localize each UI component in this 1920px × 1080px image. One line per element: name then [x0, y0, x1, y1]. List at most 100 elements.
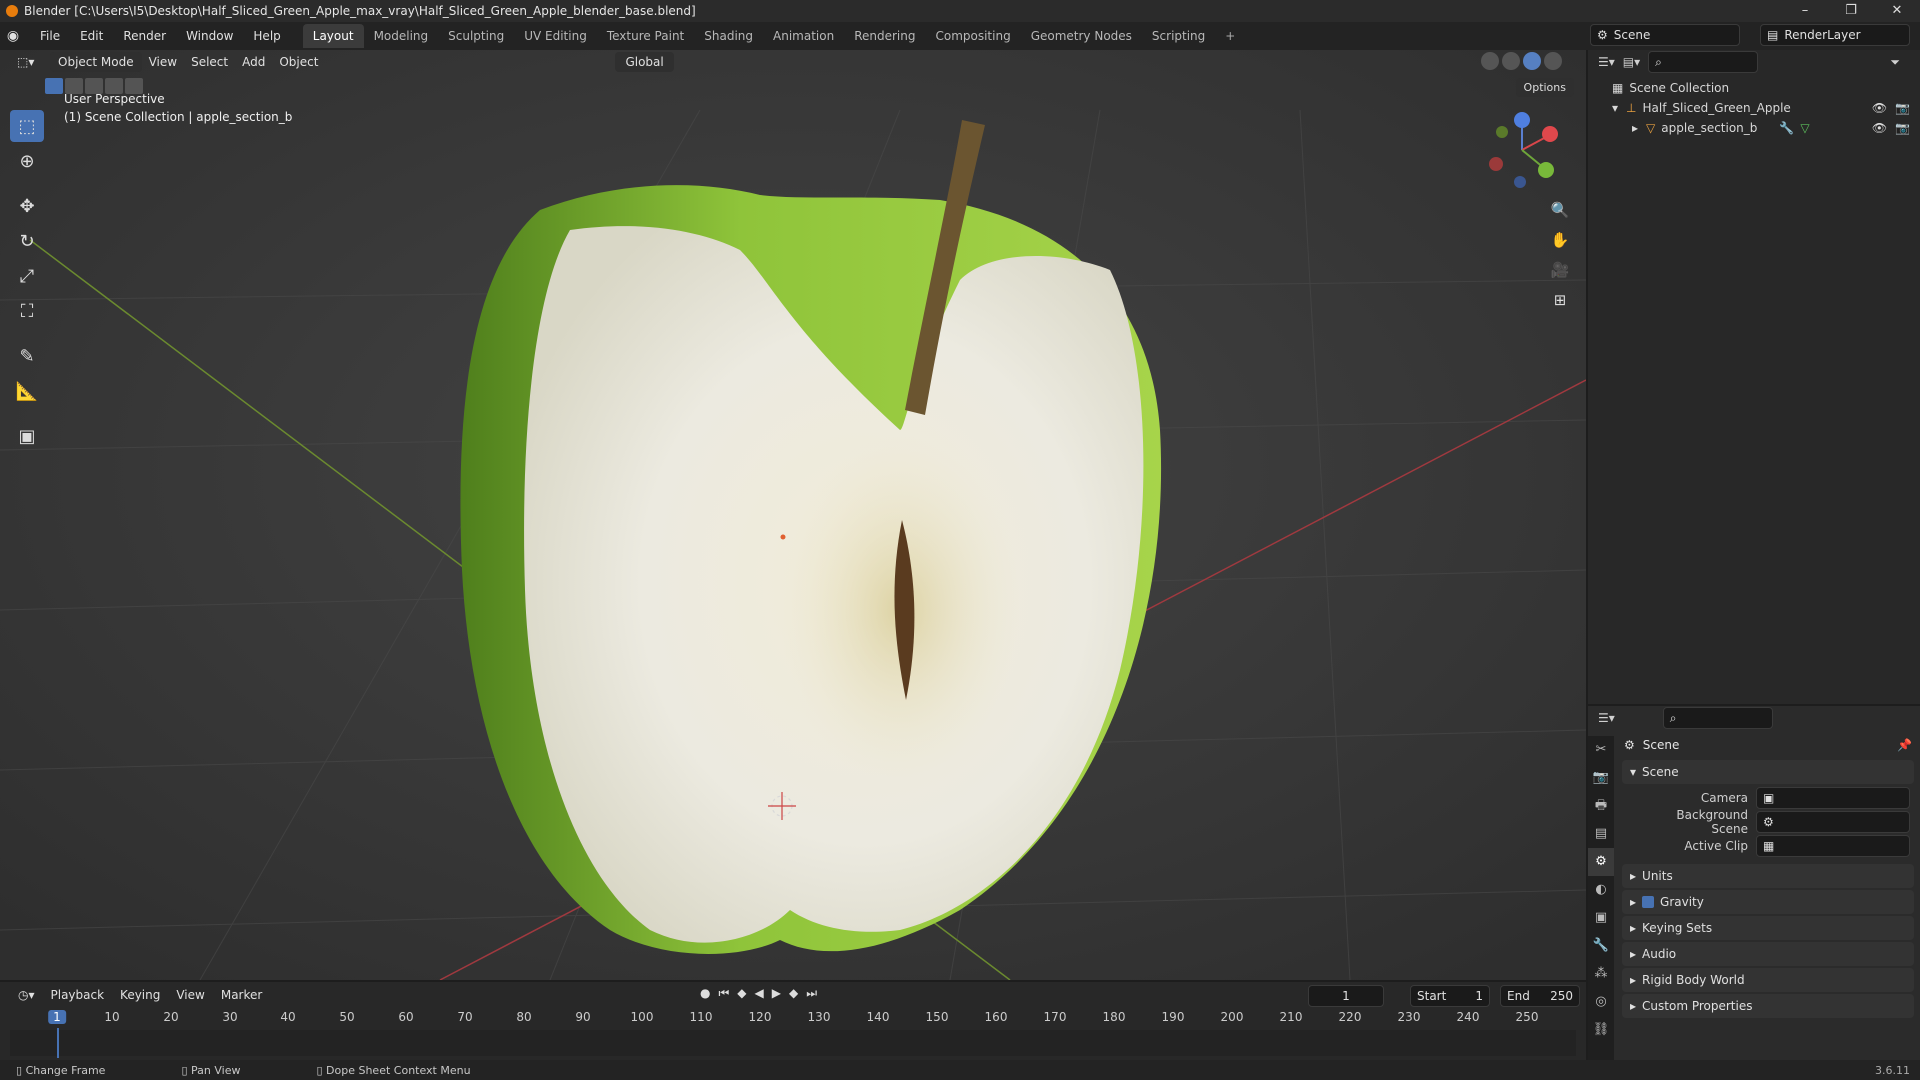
transform-orientation-dropdown[interactable]: Global	[615, 52, 674, 72]
outliner-item-half-sliced-apple[interactable]: ▾ ⊥ Half_Sliced_Green_Apple 👁 📷	[1588, 98, 1920, 118]
move-tool-icon[interactable]: ✥	[10, 190, 44, 222]
tab-layout[interactable]: Layout	[302, 24, 364, 48]
material-preview-icon[interactable]	[1523, 52, 1541, 70]
scale-tool-icon[interactable]: ⤢	[10, 260, 44, 292]
outliner-scene-collection[interactable]: ▦ Scene Collection	[1588, 78, 1920, 98]
next-keyframe-icon[interactable]: ◆	[789, 986, 798, 1001]
tab-sculpting[interactable]: Sculpting	[438, 24, 514, 48]
jump-end-icon[interactable]: ⏭	[806, 986, 817, 1001]
properties-search-input[interactable]: ⌕	[1662, 707, 1773, 729]
annotate-tool-icon[interactable]: ✎	[10, 340, 44, 372]
custom-properties-panel-header[interactable]: ▸ Custom Properties	[1622, 994, 1914, 1018]
rigid-body-panel-header[interactable]: ▸ Rigid Body World	[1622, 968, 1914, 992]
tab-geometry-nodes[interactable]: Geometry Nodes	[1021, 24, 1142, 48]
constraints-tab-icon[interactable]: ⛓	[1588, 1016, 1614, 1044]
select-box-tool-icon[interactable]: ⬚	[10, 110, 44, 142]
rendered-shading-icon[interactable]	[1544, 52, 1562, 70]
camera-view-icon[interactable]: 🎥	[1546, 256, 1574, 284]
tool-tab-icon[interactable]: ✂	[1588, 736, 1614, 764]
audio-panel-header[interactable]: ▸ Audio	[1622, 942, 1914, 966]
menu-file[interactable]: File	[30, 29, 70, 43]
active-clip-field[interactable]: ▦	[1756, 835, 1910, 857]
tab-rendering[interactable]: Rendering	[844, 24, 925, 48]
menu-window[interactable]: Window	[176, 29, 243, 43]
menu-add[interactable]: Add	[235, 52, 272, 72]
tab-texture-paint[interactable]: Texture Paint	[597, 24, 694, 48]
particles-tab-icon[interactable]: ⁂	[1588, 960, 1614, 988]
3d-viewport[interactable]: ⬚▾ Object Mode View Select Add Object Gl…	[0, 50, 1586, 980]
outliner-type-icon[interactable]: ☰▾	[1598, 55, 1615, 69]
navigation-gizmo[interactable]	[1482, 110, 1562, 190]
play-reverse-icon[interactable]: ◀	[755, 986, 764, 1001]
playhead[interactable]	[57, 1028, 59, 1058]
view-layer-tab-icon[interactable]: ▤	[1588, 820, 1614, 848]
measure-tool-icon[interactable]: 📐	[10, 375, 44, 407]
render-camera-icon[interactable]: 📷	[1895, 101, 1910, 115]
tab-uv-editing[interactable]: UV Editing	[514, 24, 597, 48]
camera-field[interactable]: ▣	[1756, 787, 1910, 809]
menu-marker[interactable]: Marker	[213, 988, 270, 1002]
solid-shading-icon[interactable]	[1502, 52, 1520, 70]
editor-type-icon[interactable]: ⬚▾	[10, 52, 41, 72]
tab-shading[interactable]: Shading	[694, 24, 763, 48]
menu-view[interactable]: View	[168, 988, 212, 1002]
render-camera-icon[interactable]: 📷	[1895, 121, 1910, 135]
expand-arrow-icon[interactable]: ▾	[1612, 101, 1618, 115]
prev-keyframe-icon[interactable]: ◆	[737, 986, 746, 1001]
scene-panel-header[interactable]: ▾ Scene	[1622, 760, 1914, 784]
jump-start-icon[interactable]: ⏮	[718, 986, 729, 1001]
outliner-item-apple-section[interactable]: ▸ ▽ apple_section_b 🔧 ▽ 👁 📷	[1588, 118, 1920, 138]
start-frame-field[interactable]: Start 1	[1410, 985, 1490, 1007]
current-frame-field[interactable]: 1	[1308, 985, 1384, 1007]
gravity-panel-header[interactable]: ▸ Gravity	[1622, 890, 1914, 914]
close-button[interactable]: ✕	[1874, 0, 1920, 22]
view-layer-selector[interactable]: ▤ RenderLayer	[1760, 24, 1910, 46]
mesh-data-icon[interactable]: ▽	[1800, 121, 1809, 135]
filter-icon[interactable]: ⏷	[1890, 55, 1900, 70]
tab-animation[interactable]: Animation	[763, 24, 844, 48]
menu-select[interactable]: Select	[184, 52, 235, 72]
add-workspace-icon[interactable]: +	[1215, 24, 1245, 48]
outliner-search-input[interactable]: ⌕	[1648, 51, 1759, 73]
tab-compositing[interactable]: Compositing	[925, 24, 1020, 48]
collapse-arrow-icon[interactable]: ▸	[1632, 121, 1638, 135]
menu-object[interactable]: Object	[272, 52, 325, 72]
object-tab-icon[interactable]: ▣	[1588, 904, 1614, 932]
menu-render[interactable]: Render	[113, 29, 176, 43]
modifier-tab-icon[interactable]: 🔧	[1588, 932, 1614, 960]
display-mode-icon[interactable]: ▤▾	[1623, 55, 1640, 69]
properties-type-icon[interactable]: ☰▾	[1598, 711, 1615, 725]
object-mode-dropdown[interactable]: Object Mode	[50, 52, 142, 72]
blender-menu-icon[interactable]: ◉	[0, 23, 26, 49]
visibility-eye-icon[interactable]: 👁	[1872, 101, 1887, 115]
select-new-icon[interactable]	[45, 78, 63, 94]
menu-edit[interactable]: Edit	[70, 29, 113, 43]
menu-view[interactable]: View	[142, 52, 184, 72]
units-panel-header[interactable]: ▸ Units	[1622, 864, 1914, 888]
record-icon[interactable]: ●	[700, 986, 710, 1001]
menu-help[interactable]: Help	[243, 29, 290, 43]
pin-icon[interactable]: 📌	[1897, 738, 1912, 752]
scene-tab-icon[interactable]: ⚙	[1588, 848, 1614, 876]
perspective-toggle-icon[interactable]: ⊞	[1546, 286, 1574, 314]
keyframe-track[interactable]	[10, 1030, 1576, 1056]
end-frame-field[interactable]: End 250	[1500, 985, 1580, 1007]
output-tab-icon[interactable]: 🖶	[1588, 792, 1614, 820]
timeline-type-icon[interactable]: ◷▾	[10, 988, 43, 1002]
zoom-icon[interactable]: 🔍	[1546, 196, 1574, 224]
minimize-button[interactable]: –	[1782, 0, 1828, 22]
keying-sets-panel-header[interactable]: ▸ Keying Sets	[1622, 916, 1914, 940]
menu-playback[interactable]: Playback	[43, 988, 113, 1002]
rotate-tool-icon[interactable]: ↻	[10, 225, 44, 257]
frame-ruler[interactable]: 1 10 20 30 40 50 60 70 80 90 100 110 120…	[10, 1010, 1576, 1028]
menu-keying[interactable]: Keying	[112, 988, 168, 1002]
tab-modeling[interactable]: Modeling	[364, 24, 439, 48]
maximize-button[interactable]: ❐	[1828, 0, 1874, 22]
scene-selector[interactable]: ⚙ Scene	[1590, 24, 1740, 46]
render-tab-icon[interactable]: 📷	[1588, 764, 1614, 792]
physics-tab-icon[interactable]: ◎	[1588, 988, 1614, 1016]
modifier-wrench-icon[interactable]: 🔧	[1779, 121, 1794, 135]
pan-hand-icon[interactable]: ✋	[1546, 226, 1574, 254]
tab-scripting[interactable]: Scripting	[1142, 24, 1215, 48]
current-frame-marker[interactable]: 1	[48, 1010, 66, 1024]
